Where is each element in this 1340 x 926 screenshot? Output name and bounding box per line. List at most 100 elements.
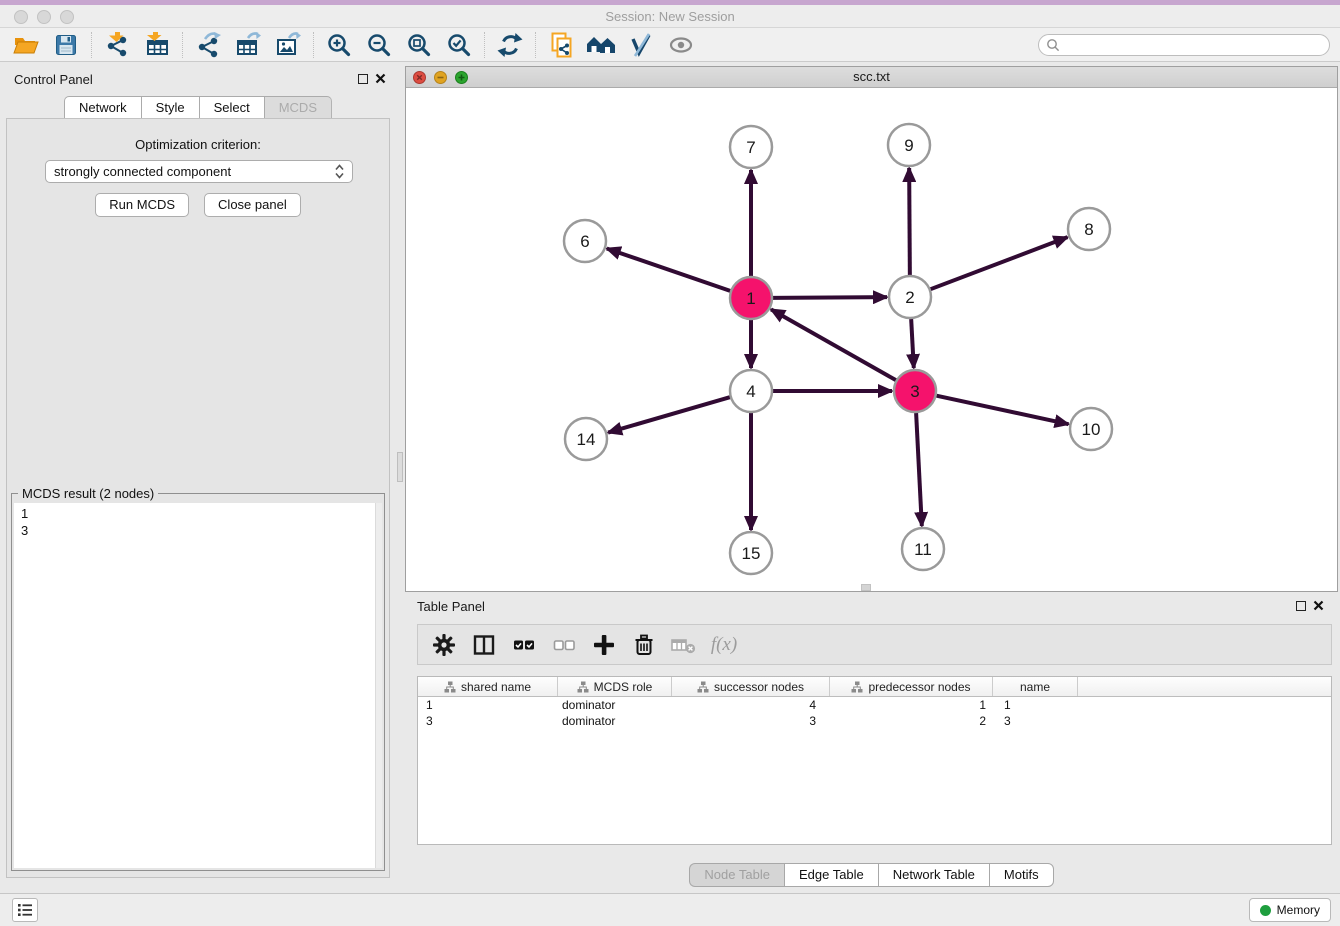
close-table-panel-icon[interactable] <box>1313 600 1324 611</box>
graph-edge-4-14[interactable] <box>608 397 730 432</box>
table-cell[interactable]: dominator <box>558 714 672 728</box>
deselect-all-icon <box>551 632 577 658</box>
table-settings-button[interactable] <box>426 628 462 662</box>
float-panel-icon[interactable] <box>358 74 368 84</box>
open-folder-icon <box>13 32 39 58</box>
optimization-criterion-select[interactable]: strongly connected component <box>45 160 353 183</box>
zoom-selected-button[interactable] <box>439 30 479 60</box>
export-network-button[interactable] <box>188 30 228 60</box>
table-row[interactable]: 1dominator411 <box>418 697 1331 713</box>
network-window-titlebar[interactable]: scc.txt <box>406 67 1337 88</box>
table-panel-title: Table Panel <box>417 599 485 614</box>
graph-edge-2-3[interactable] <box>911 319 914 368</box>
zoom-in-button[interactable] <box>319 30 359 60</box>
search-input[interactable] <box>1060 36 1329 54</box>
import-table-button[interactable] <box>137 30 177 60</box>
eye-icon <box>668 32 694 58</box>
table-cell[interactable]: 3 <box>672 714 830 728</box>
delete-row-button[interactable] <box>626 628 662 662</box>
table-cell[interactable]: 1 <box>993 698 1078 712</box>
table-cell[interactable]: 3 <box>993 714 1078 728</box>
export-table-button[interactable] <box>228 30 268 60</box>
fit-content-button[interactable] <box>399 30 439 60</box>
table-cell[interactable]: 1 <box>418 698 558 712</box>
open-session-button[interactable] <box>6 30 46 60</box>
first-neighbors-button[interactable] <box>581 30 621 60</box>
import-table-icon <box>144 32 170 58</box>
show-all-button[interactable] <box>661 30 701 60</box>
mcds-result-textarea[interactable]: 1 3 <box>14 503 382 868</box>
graph-edge-1-6[interactable] <box>607 248 730 290</box>
network-from-selection-icon <box>548 32 574 58</box>
mcds-panel: Optimization criterion: strongly connect… <box>6 118 390 878</box>
graph-node-label: 15 <box>742 544 761 563</box>
export-image-button[interactable] <box>268 30 308 60</box>
result-scrollbar[interactable] <box>375 503 382 868</box>
graph-edge-2-8[interactable] <box>931 237 1068 289</box>
control-panel-title: Control Panel <box>14 72 93 87</box>
tab-network-table[interactable]: Network Table <box>878 863 989 887</box>
network-graph[interactable]: 1234678910111415 <box>406 88 1337 591</box>
memory-button[interactable]: Memory <box>1249 898 1331 922</box>
graph-node-label: 3 <box>910 382 919 401</box>
table-cell[interactable]: 4 <box>672 698 830 712</box>
task-history-button[interactable] <box>12 898 38 922</box>
table-cell[interactable]: 2 <box>830 714 993 728</box>
delete-column-button[interactable] <box>666 628 702 662</box>
create-column-button[interactable] <box>586 628 622 662</box>
network-canvas[interactable]: 1234678910111415 <box>406 88 1337 591</box>
table-cell[interactable]: dominator <box>558 698 672 712</box>
canvas-scroll-thumb[interactable] <box>861 584 871 591</box>
graph-edge-1-2[interactable] <box>773 297 887 298</box>
column-header-shared-name[interactable]: shared name <box>418 677 558 696</box>
graph-edge-3-11[interactable] <box>916 413 922 526</box>
graph-edge-3-10[interactable] <box>937 396 1069 425</box>
import-network-button[interactable] <box>97 30 137 60</box>
column-header-predecessor-nodes[interactable]: predecessor nodes <box>830 677 993 696</box>
column-header-MCDS-role[interactable]: MCDS role <box>558 677 672 696</box>
table-header-row: shared nameMCDS rolesuccessor nodesprede… <box>418 677 1331 697</box>
column-header-name[interactable]: name <box>993 677 1078 696</box>
tab-node-table[interactable]: Node Table <box>689 863 784 887</box>
select-all-button[interactable] <box>506 628 542 662</box>
deselect-all-button[interactable] <box>546 628 582 662</box>
float-table-panel-icon[interactable] <box>1296 601 1306 611</box>
table-row[interactable]: 3dominator323 <box>418 713 1331 729</box>
zoom-out-icon <box>366 32 392 58</box>
network-view-window: scc.txt 1234678910111415 <box>405 66 1338 592</box>
panel-splitter-handle[interactable] <box>397 452 403 482</box>
tab-mcds[interactable]: MCDS <box>264 96 332 120</box>
graph-node-label: 6 <box>580 232 589 251</box>
table-cell[interactable]: 3 <box>418 714 558 728</box>
mcds-result-legend: MCDS result (2 nodes) <box>18 486 158 501</box>
search-icon <box>1046 38 1060 52</box>
graph-edge-2-9[interactable] <box>909 168 910 275</box>
run-mcds-button[interactable]: Run MCDS <box>95 193 189 217</box>
split-panel-icon <box>471 632 497 658</box>
zoom-out-button[interactable] <box>359 30 399 60</box>
tab-network[interactable]: Network <box>64 96 141 120</box>
graph-edge-3-1[interactable] <box>771 309 896 380</box>
zoom-in-icon <box>326 32 352 58</box>
table-cell[interactable]: 1 <box>830 698 993 712</box>
apply-layout-button[interactable] <box>490 30 530 60</box>
tab-motifs[interactable]: Motifs <box>989 863 1054 887</box>
tab-edge-table[interactable]: Edge Table <box>784 863 878 887</box>
maximize-network-button[interactable] <box>455 71 468 84</box>
save-session-button[interactable] <box>46 30 86 60</box>
toggle-panel-button[interactable] <box>466 628 502 662</box>
close-network-button[interactable] <box>413 71 426 84</box>
minimize-network-button[interactable] <box>434 71 447 84</box>
mcds-result-box: MCDS result (2 nodes) 1 3 <box>11 493 385 871</box>
column-header-successor-nodes[interactable]: successor nodes <box>672 677 830 696</box>
tab-select[interactable]: Select <box>199 96 264 120</box>
close-panel-icon[interactable] <box>375 73 386 84</box>
function-builder-button[interactable]: f(x) <box>706 628 742 662</box>
toolbar-separator <box>484 32 485 58</box>
column-type-icon <box>697 681 709 693</box>
search-field[interactable] <box>1038 34 1330 56</box>
hide-selected-button[interactable] <box>621 30 661 60</box>
close-panel-button[interactable]: Close panel <box>204 193 301 217</box>
tab-style[interactable]: Style <box>141 96 199 120</box>
network-from-selection-button[interactable] <box>541 30 581 60</box>
